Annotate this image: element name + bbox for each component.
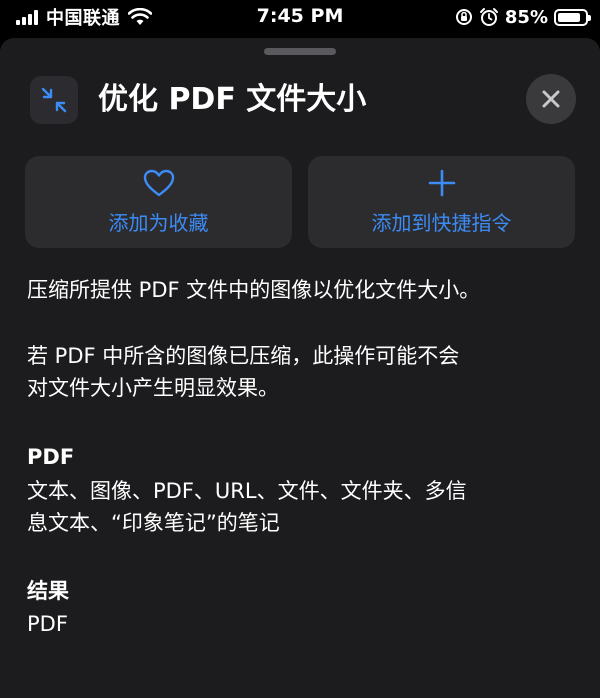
add-to-shortcut-button[interactable]: 添加到快捷指令 — [308, 156, 575, 248]
close-button[interactable] — [526, 74, 576, 124]
action-title: 优化 PDF 文件大小 — [98, 82, 367, 117]
sheet-grabber[interactable] — [264, 48, 336, 55]
description-note-line-2: 对文件大小产生明显效果。 — [27, 376, 279, 400]
status-bar: 中国联通 7:45 PM 85% — [0, 0, 600, 36]
add-to-favorites-button[interactable]: 添加为收藏 — [25, 156, 292, 248]
description-summary: 压缩所提供 PDF 文件中的图像以优化文件大小。 — [27, 278, 481, 302]
arrows-inward-icon — [30, 76, 78, 124]
input-types-line-1: 文本、图像、PDF、URL、文件、文件夹、多信 — [27, 479, 467, 503]
input-types-line-2: 息文本、“印象笔记”的笔记 — [27, 511, 280, 535]
battery-percentage: 85% — [504, 6, 548, 28]
heart-icon — [143, 169, 174, 197]
result-type: PDF — [27, 612, 68, 636]
battery-icon — [554, 8, 591, 26]
status-right: 85% — [455, 6, 591, 28]
alarm-icon — [479, 8, 498, 26]
description-note-line-1: 若 PDF 中所含的图像已压缩，此操作可能不会 — [27, 344, 460, 368]
add-to-favorites-label: 添加为收藏 — [108, 211, 209, 235]
add-to-shortcut-label: 添加到快捷指令 — [371, 211, 512, 235]
action-detail-sheet: 优化 PDF 文件大小 添加为收藏 添加到快捷指令 压缩所提供 PDF 文件中的… — [0, 38, 600, 698]
orientation-lock-icon — [455, 9, 472, 25]
input-section-heading: PDF — [27, 445, 75, 469]
plus-icon — [428, 169, 455, 197]
xmark-icon — [542, 90, 560, 108]
result-section-heading: 结果 — [27, 579, 69, 603]
